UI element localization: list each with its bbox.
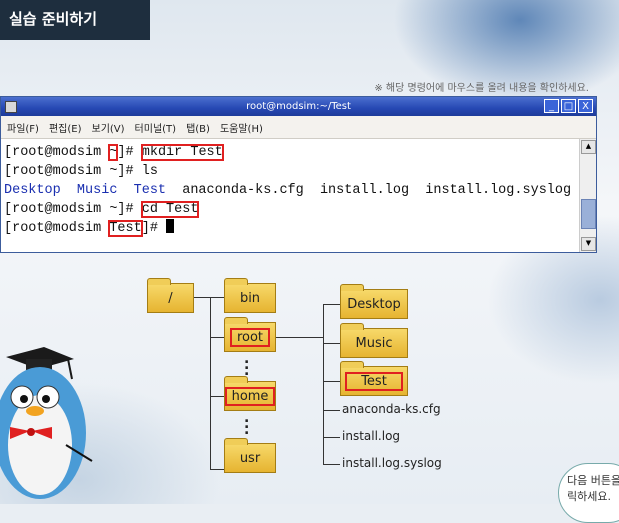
menu-edit[interactable]: 편집(E) [49, 120, 82, 135]
hover-notice: ※ 해당 명령어에 마우스를 올려 내용을 확인하세요. [374, 83, 589, 94]
menu-help[interactable]: 도움말(H) [220, 120, 263, 135]
menu-file[interactable]: 파일(F) [7, 120, 39, 135]
ellipsis-dots: ... [244, 351, 250, 379]
tree-line [323, 304, 324, 465]
penguin-mascot-icon [0, 347, 93, 499]
tree-line [210, 337, 224, 338]
folder-root-slash: / [147, 278, 194, 313]
next-button-hint[interactable]: 다음 버튼을 클릭하세요. [558, 463, 619, 523]
menu-terminal[interactable]: 터미널(T) [135, 120, 177, 135]
tree-line [194, 297, 224, 298]
menu-bar: 파일(F) 편집(E) 보기(V) 터미널(T) 탭(B) 도움말(H) [1, 116, 596, 139]
ls-dirs: Desktop Music Test [4, 183, 167, 198]
scroll-thumb[interactable] [581, 199, 596, 229]
terminal-scrollbar[interactable]: ▲ ▼ [579, 139, 596, 252]
terminal-window: root@modsim:~/Test _ □ X 파일(F) 편집(E) 보기(… [0, 96, 597, 253]
maximize-button[interactable]: □ [561, 99, 576, 113]
window-titlebar[interactable]: root@modsim:~/Test _ □ X [1, 97, 596, 116]
terminal-output[interactable]: [root@modsim ~]# mkdir Test [root@modsim… [1, 139, 580, 252]
window-title: root@modsim:~/Test [246, 101, 351, 112]
file-anaconda-cfg: anaconda-ks.cfg [342, 402, 441, 416]
tree-line [210, 469, 224, 470]
terminal-line-3: Desktop Music Test anaconda-ks.cfg insta… [4, 183, 571, 198]
terminal-line-5: [root@modsim Test]# [4, 219, 175, 237]
folder-desktop: Desktop [340, 284, 408, 319]
tree-line [323, 381, 340, 382]
menu-view[interactable]: 보기(V) [92, 120, 125, 135]
minimize-button[interactable]: _ [544, 99, 559, 113]
tree-line [276, 337, 323, 338]
tree-line [323, 464, 340, 465]
folder-root: root [224, 317, 276, 352]
tree-line [323, 343, 340, 344]
folder-bin: bin [224, 278, 276, 313]
tree-line [323, 304, 340, 305]
cmd-cd-test[interactable]: cd Test [140, 201, 200, 218]
terminal-line-4: [root@modsim ~]# cd Test [4, 201, 200, 218]
scroll-up-icon[interactable]: ▲ [581, 140, 596, 154]
folder-test: Test [340, 361, 408, 396]
terminal-cursor [166, 219, 175, 233]
file-install-log: install.log [342, 429, 401, 443]
highlight-current-dir[interactable]: Test [108, 220, 143, 237]
ls-files: anaconda-ks.cfg install.log install.log.… [166, 183, 572, 198]
terminal-line-1: [root@modsim ~]# mkdir Test [4, 144, 224, 161]
close-button[interactable]: X [578, 99, 593, 113]
cmd-mkdir-test[interactable]: mkdir Test [140, 144, 224, 161]
folder-music: Music [340, 323, 408, 358]
folder-usr: usr [224, 438, 276, 473]
tree-line [323, 437, 340, 438]
terminal-line-2: [root@modsim ~]# ls [4, 164, 158, 179]
folder-home: home [224, 376, 276, 411]
tree-line [210, 396, 224, 397]
ellipsis-dots: ... [244, 410, 250, 438]
scroll-down-icon[interactable]: ▼ [581, 237, 596, 251]
page-title: 실습 준비하기 [0, 0, 150, 40]
cmd-ls: ls [141, 164, 158, 179]
tree-line [210, 297, 211, 469]
file-install-log-syslog: install.log.syslog [342, 456, 442, 470]
tree-line [323, 410, 340, 411]
menu-tabs[interactable]: 탭(B) [186, 120, 210, 135]
